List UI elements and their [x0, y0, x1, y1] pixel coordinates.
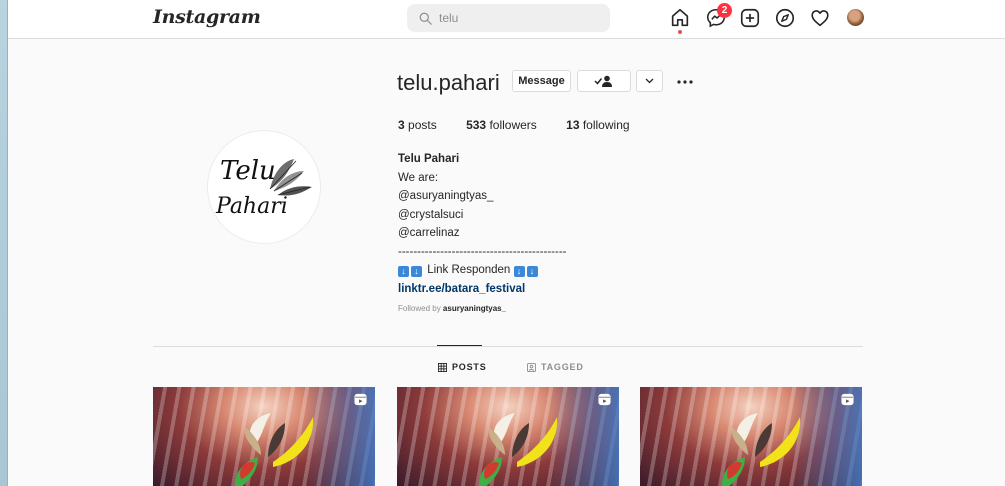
post-feather-graphic	[234, 413, 314, 486]
following-count: 13	[566, 118, 580, 132]
profile-stats: 3 posts 533 followers 13 following	[398, 118, 656, 132]
down-arrow-emoji-icon: ↓	[513, 266, 525, 277]
bio-external-link[interactable]: linktr.ee/batara_festival	[398, 280, 624, 299]
followed-by-user: asuryaningtyas_	[442, 304, 507, 313]
profile-picture-text-1: Telu	[220, 156, 276, 186]
home-active-dot	[678, 30, 682, 34]
posts-label: posts	[408, 118, 437, 132]
bio-mention[interactable]: @asuryaningtyas_	[398, 187, 624, 206]
post-feather-graphic	[478, 413, 558, 486]
explore-icon[interactable]	[774, 7, 796, 29]
bio-divider: ----------------------------------------…	[398, 245, 567, 258]
posts-stat: 3 posts	[398, 118, 437, 132]
bio-name: Telu Pahari	[398, 153, 460, 165]
post-feather-graphic	[721, 413, 801, 486]
tabs-divider	[153, 346, 863, 347]
followed-by-prefix: Followed by	[398, 304, 443, 313]
tab-posts[interactable]: POSTS	[438, 362, 487, 372]
tag-icon	[527, 362, 536, 372]
feather-icon	[269, 159, 312, 196]
more-dots-icon	[677, 80, 693, 84]
profile-avatar[interactable]	[847, 9, 864, 26]
top-navigation-bar: Instagram telu 2	[8, 0, 1005, 39]
message-button[interactable]: Message	[512, 70, 571, 92]
profile-bio: Telu Pahari We are: @asuryaningtyas_ @cr…	[398, 150, 624, 298]
profile-username: telu.pahari	[397, 70, 500, 95]
profile-picture[interactable]: Telu Pahari	[207, 130, 321, 244]
search-value: telu	[439, 11, 459, 25]
more-options-button[interactable]	[677, 73, 693, 91]
followers-label: followers	[489, 118, 537, 132]
reels-icon	[841, 393, 854, 406]
followers-stat[interactable]: 533 followers	[466, 118, 537, 132]
profile-picture-text-2: Pahari	[215, 194, 288, 219]
post-thumbnail[interactable]	[640, 387, 862, 486]
followers-count: 533	[466, 118, 487, 132]
tab-posts-label: POSTS	[452, 362, 487, 372]
bio-mention[interactable]: @crystalsuci	[398, 206, 624, 225]
following-button[interactable]	[577, 70, 631, 92]
post-thumbnail[interactable]	[397, 387, 619, 486]
search-input[interactable]: telu	[407, 4, 610, 32]
reels-icon	[354, 393, 367, 406]
down-arrow-emoji-icon: ↓	[398, 266, 409, 277]
following-label: following	[582, 118, 630, 132]
post-thumbnail[interactable]	[153, 387, 375, 486]
bio-line: We are:	[398, 171, 439, 184]
chevron-down-icon	[645, 78, 654, 84]
search-icon	[419, 12, 432, 25]
tab-tagged[interactable]: TAGGED	[527, 362, 584, 372]
bio-link-label: Link Responden	[427, 264, 511, 276]
new-post-icon[interactable]	[739, 7, 761, 29]
window-left-edge	[0, 0, 8, 486]
posts-count: 3	[398, 118, 405, 132]
reels-icon	[598, 393, 611, 406]
down-arrow-emoji-icon: ↓	[411, 266, 422, 277]
person-check-icon	[594, 75, 612, 87]
bio-link-label-row: ↓ ↓ Link Responden ↓ ↓	[398, 261, 624, 280]
following-stat[interactable]: 13 following	[566, 118, 629, 132]
activity-heart-icon[interactable]	[809, 7, 831, 29]
down-arrow-emoji-icon: ↓	[526, 266, 538, 277]
active-tab-indicator	[437, 345, 482, 346]
grid-icon	[438, 362, 447, 372]
home-icon[interactable]	[669, 7, 691, 29]
suggested-dropdown-button[interactable]	[636, 70, 663, 92]
tab-tagged-label: TAGGED	[541, 362, 584, 372]
instagram-logo[interactable]: Instagram	[153, 6, 261, 28]
bio-mention[interactable]: @carrelinaz	[398, 224, 624, 243]
messenger-badge: 2	[717, 3, 732, 18]
followed-by-text[interactable]: Followed by asuryaningtyas_	[398, 304, 506, 313]
